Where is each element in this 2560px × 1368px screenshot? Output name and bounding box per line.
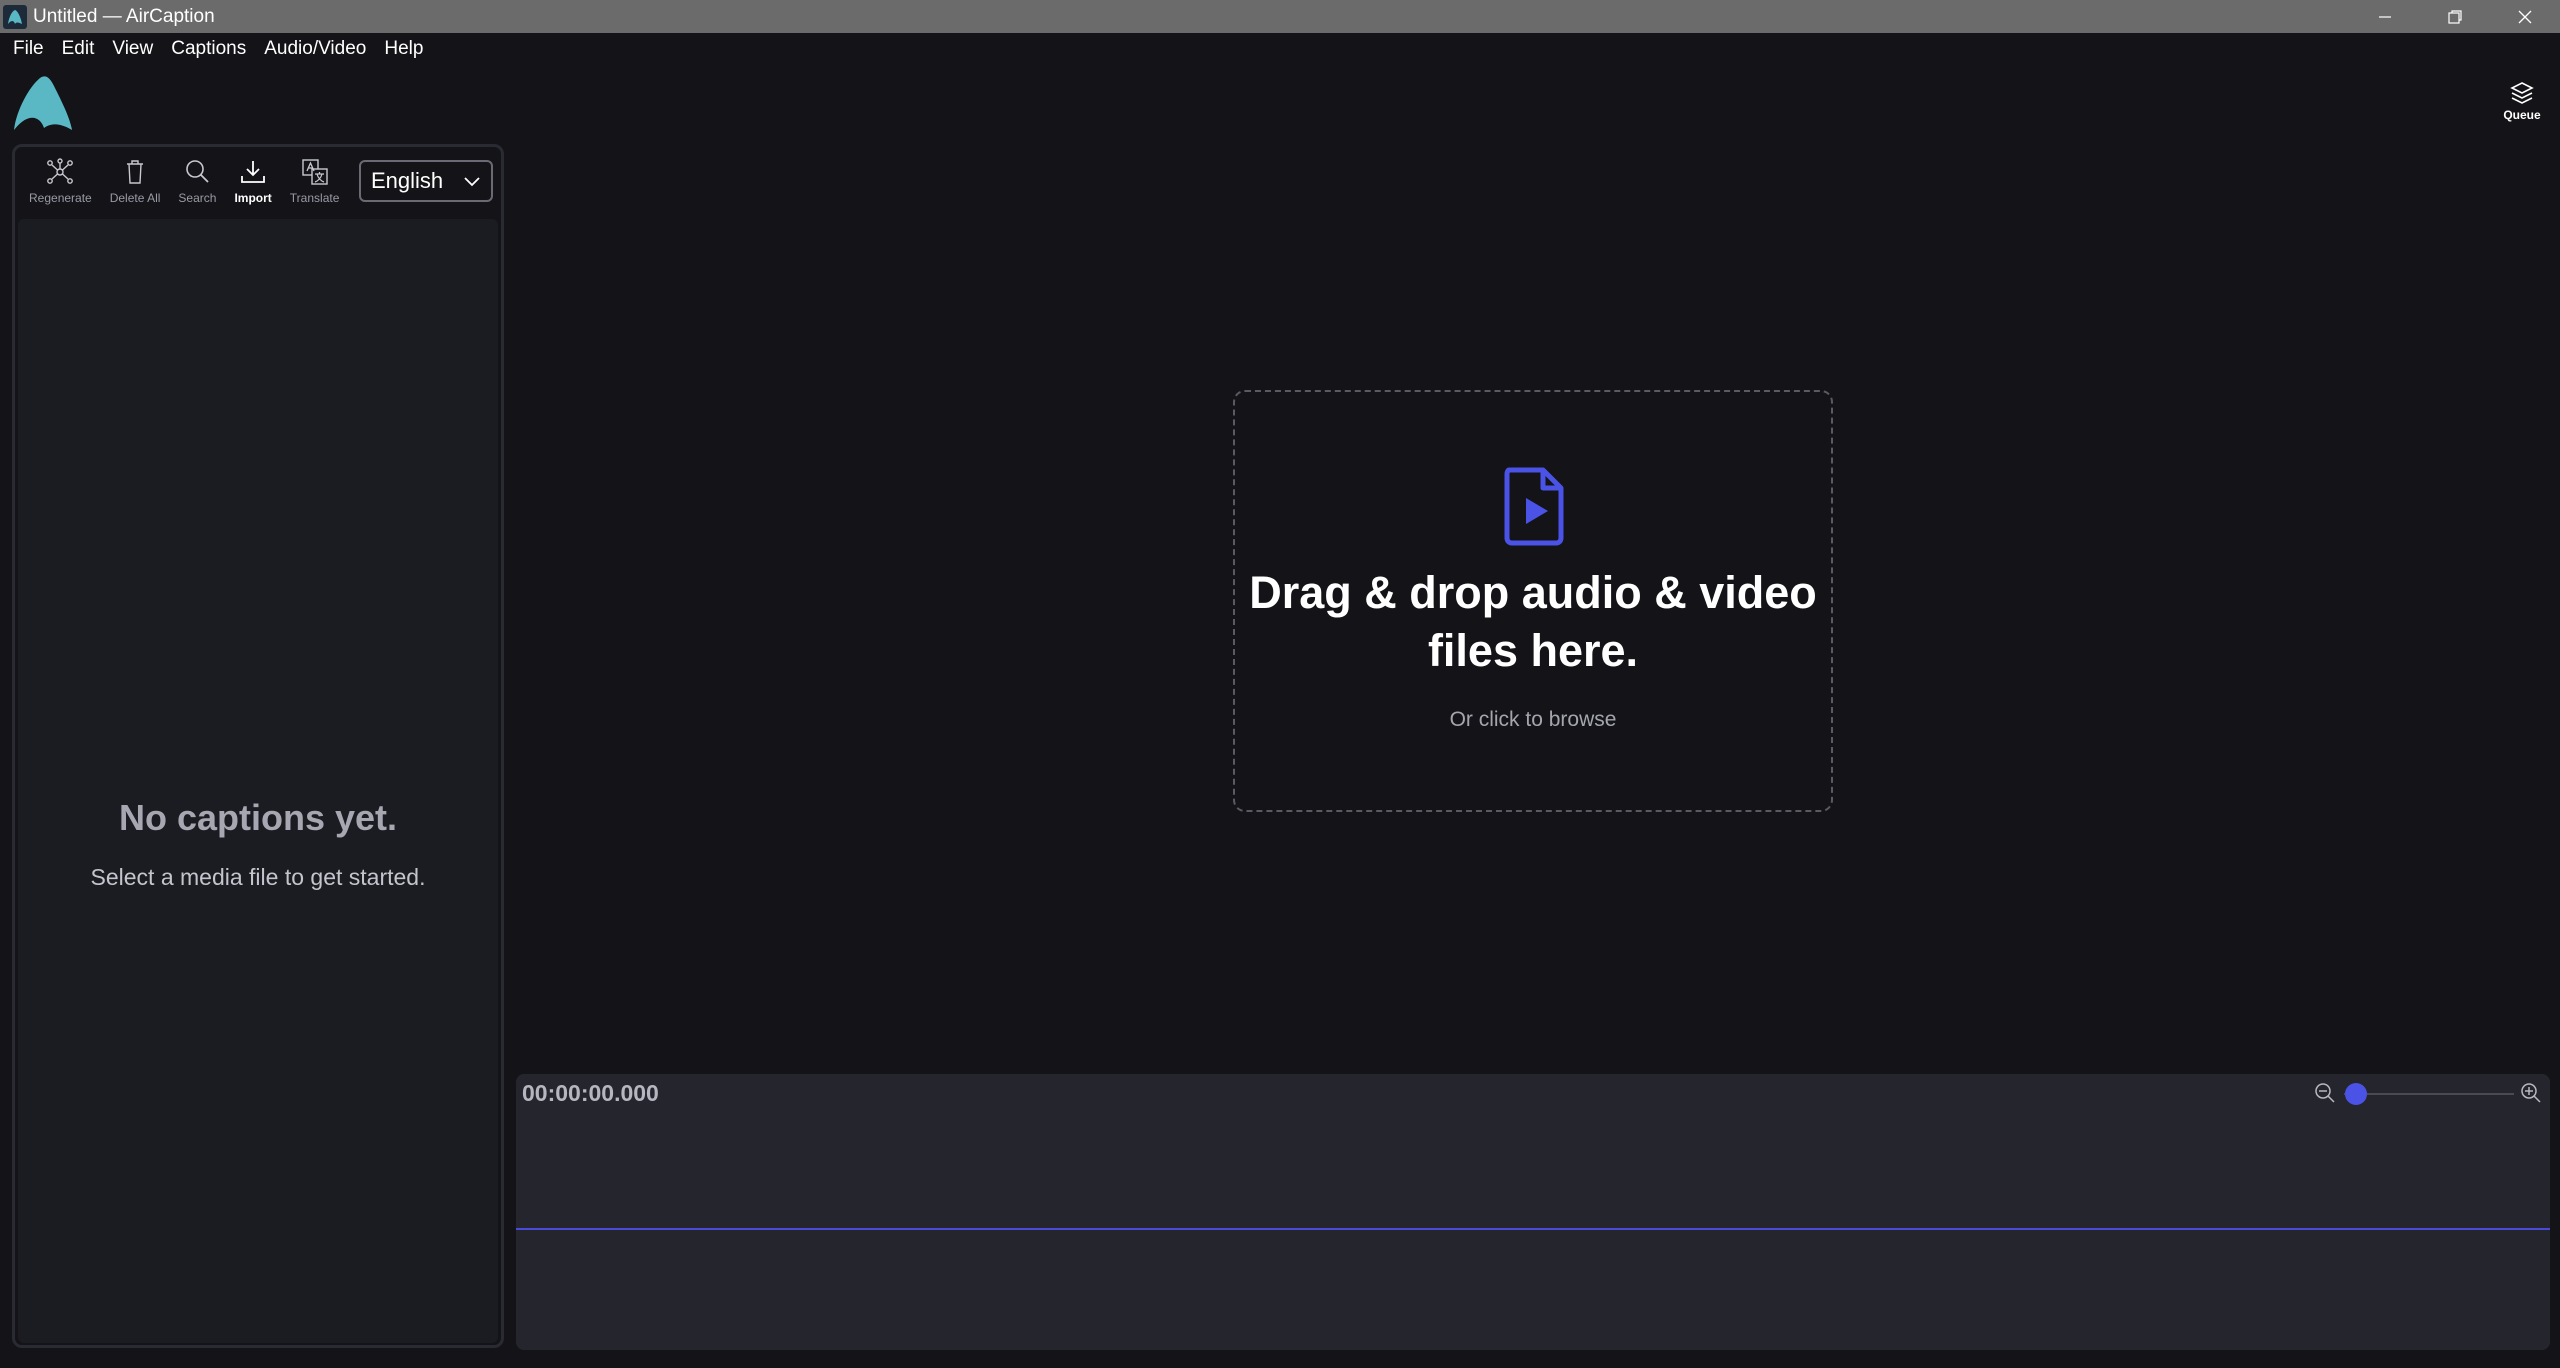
close-button[interactable] bbox=[2490, 0, 2560, 33]
menu-file[interactable]: File bbox=[4, 33, 53, 65]
zoom-slider-thumb[interactable] bbox=[2345, 1083, 2368, 1105]
layers-icon bbox=[2510, 82, 2534, 104]
restore-icon bbox=[2448, 9, 2462, 24]
queue-button[interactable]: Queue bbox=[2500, 80, 2544, 130]
timecode: 00:00:00.000 bbox=[522, 1080, 659, 1106]
menu-captions[interactable]: Captions bbox=[162, 33, 255, 65]
queue-label: Queue bbox=[2503, 108, 2541, 122]
app-icon bbox=[3, 4, 27, 29]
zoom-slider-track[interactable] bbox=[2344, 1093, 2514, 1095]
menu-audio-video[interactable]: Audio/Video bbox=[255, 33, 375, 65]
search-icon bbox=[182, 157, 212, 187]
search-button[interactable]: Search bbox=[178, 151, 216, 211]
window-controls bbox=[2350, 0, 2560, 33]
drop-zone-title: Drag & drop audio & video files here. bbox=[1249, 567, 1817, 676]
zoom-out-icon[interactable] bbox=[2314, 1082, 2336, 1104]
translate-icon bbox=[300, 157, 330, 187]
download-icon bbox=[238, 157, 268, 187]
restore-button[interactable] bbox=[2420, 0, 2490, 33]
captions-panel: Regenerate Delete All Search Import Tran… bbox=[12, 144, 504, 1348]
drop-zone-subtitle: Or click to browse bbox=[1449, 708, 1617, 731]
empty-captions-title: No captions yet. bbox=[118, 797, 398, 838]
language-select[interactable]: English bbox=[359, 160, 493, 202]
title-bar: Untitled — AirCaption bbox=[0, 0, 2560, 33]
timeline-panel[interactable]: 00:00:00.000 bbox=[516, 1074, 2550, 1350]
zoom-control bbox=[2314, 1078, 2544, 1108]
import-button[interactable]: Import bbox=[234, 151, 272, 211]
window-title: Untitled — AirCaption bbox=[33, 5, 215, 27]
media-drop-zone[interactable]: Drag & drop audio & video files here. Or… bbox=[1233, 390, 1833, 812]
menu-bar: File Edit View Captions Audio/Video Help bbox=[0, 33, 2560, 65]
import-label: Import bbox=[234, 191, 272, 205]
nodes-icon bbox=[45, 157, 75, 187]
menu-help[interactable]: Help bbox=[375, 33, 432, 65]
close-icon bbox=[2518, 10, 2532, 23]
translate-label: Translate bbox=[289, 191, 340, 205]
minimize-button[interactable] bbox=[2350, 0, 2420, 33]
video-file-icon bbox=[1501, 466, 1567, 546]
minimize-icon bbox=[2379, 15, 2391, 18]
captions-toolbar: Regenerate Delete All Search Import Tran… bbox=[15, 147, 501, 215]
aircaption-logo-icon bbox=[10, 72, 76, 134]
menu-view[interactable]: View bbox=[103, 33, 162, 65]
delete-all-label: Delete All bbox=[109, 191, 161, 205]
timeline-playhead-line bbox=[516, 1228, 2550, 1230]
empty-captions-subtitle: Select a media file to get started. bbox=[90, 864, 426, 890]
trash-icon bbox=[120, 157, 150, 187]
language-value: English bbox=[371, 168, 444, 193]
captions-list: No captions yet. Select a media file to … bbox=[18, 219, 498, 1343]
zoom-in-icon[interactable] bbox=[2520, 1082, 2542, 1104]
delete-all-button[interactable]: Delete All bbox=[109, 151, 161, 211]
translate-button[interactable]: Translate bbox=[289, 151, 340, 211]
regenerate-button[interactable]: Regenerate bbox=[29, 151, 92, 211]
chevron-down-icon bbox=[464, 177, 480, 187]
regenerate-label: Regenerate bbox=[29, 191, 92, 205]
search-label: Search bbox=[178, 191, 217, 205]
menu-edit[interactable]: Edit bbox=[53, 33, 104, 65]
